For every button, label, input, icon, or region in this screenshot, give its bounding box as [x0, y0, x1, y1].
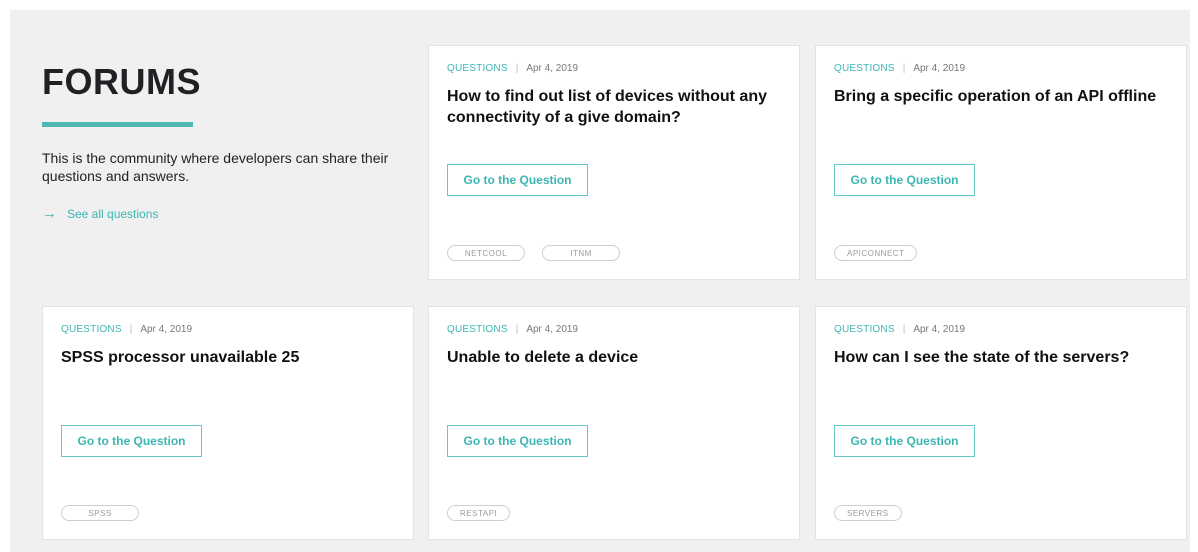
go-to-question-button[interactable]: Go to the Question: [61, 425, 202, 457]
tag-chip[interactable]: RESTAPI: [447, 505, 511, 521]
tag-list: NETCOOL ITNM: [447, 245, 620, 261]
forums-intro: FORUMS This is the community where devel…: [42, 60, 412, 221]
question-title[interactable]: SPSS processor unavailable 25: [61, 347, 401, 368]
forums-description: This is the community where developers c…: [42, 150, 389, 184]
meta-separator: |: [902, 324, 906, 335]
question-card: QUESTIONS | Apr 4, 2019 Unable to delete…: [428, 306, 800, 540]
arrow-right-icon: →: [42, 205, 57, 222]
tag-list: SERVERS: [834, 505, 902, 521]
forums-section: FORUMS This is the community where devel…: [10, 10, 1190, 552]
go-to-question-button[interactable]: Go to the Question: [447, 425, 588, 457]
title-underline: [42, 122, 193, 127]
page-title: FORUMS: [42, 61, 201, 102]
question-title[interactable]: Unable to delete a device: [447, 347, 787, 368]
tag-list: RESTAPI: [447, 505, 511, 521]
category-label[interactable]: QUESTIONS: [447, 63, 508, 74]
category-label[interactable]: QUESTIONS: [61, 324, 122, 335]
question-title[interactable]: How can I see the state of the servers?: [834, 347, 1174, 368]
card-meta: QUESTIONS | Apr 4, 2019: [61, 324, 192, 335]
card-meta: QUESTIONS | Apr 4, 2019: [447, 324, 578, 335]
tag-chip[interactable]: NETCOOL: [447, 245, 525, 261]
category-label[interactable]: QUESTIONS: [834, 324, 895, 335]
go-to-question-button[interactable]: Go to the Question: [447, 164, 588, 196]
tag-list: SPSS: [61, 505, 139, 521]
card-meta: QUESTIONS | Apr 4, 2019: [447, 63, 578, 74]
see-all-questions-link[interactable]: → See all questions: [42, 205, 412, 222]
card-meta: QUESTIONS | Apr 4, 2019: [834, 324, 965, 335]
meta-separator: |: [902, 63, 906, 74]
see-all-questions-label: See all questions: [67, 207, 159, 221]
tag-chip[interactable]: SPSS: [61, 505, 139, 521]
question-card: QUESTIONS | Apr 4, 2019 How can I see th…: [815, 306, 1187, 540]
question-title[interactable]: How to find out list of devices without …: [447, 86, 787, 128]
tag-chip[interactable]: APICONNECT: [834, 245, 918, 261]
meta-separator: |: [515, 63, 519, 74]
question-date: Apr 4, 2019: [526, 63, 579, 74]
question-card: QUESTIONS | Apr 4, 2019 How to find out …: [428, 45, 800, 280]
tag-list: APICONNECT: [834, 245, 918, 261]
meta-separator: |: [515, 324, 519, 335]
go-to-question-button[interactable]: Go to the Question: [834, 425, 975, 457]
question-date: Apr 4, 2019: [140, 324, 193, 335]
question-date: Apr 4, 2019: [526, 324, 579, 335]
question-date: Apr 4, 2019: [913, 63, 966, 74]
category-label[interactable]: QUESTIONS: [834, 63, 895, 74]
meta-separator: |: [129, 324, 133, 335]
question-date: Apr 4, 2019: [913, 324, 966, 335]
card-meta: QUESTIONS | Apr 4, 2019: [834, 63, 965, 74]
tag-chip[interactable]: ITNM: [542, 245, 620, 261]
question-card: QUESTIONS | Apr 4, 2019 Bring a specific…: [815, 45, 1187, 280]
question-card: QUESTIONS | Apr 4, 2019 SPSS processor u…: [42, 306, 414, 540]
go-to-question-button[interactable]: Go to the Question: [834, 164, 975, 196]
category-label[interactable]: QUESTIONS: [447, 324, 508, 335]
question-title[interactable]: Bring a specific operation of an API off…: [834, 86, 1174, 107]
tag-chip[interactable]: SERVERS: [834, 505, 902, 521]
